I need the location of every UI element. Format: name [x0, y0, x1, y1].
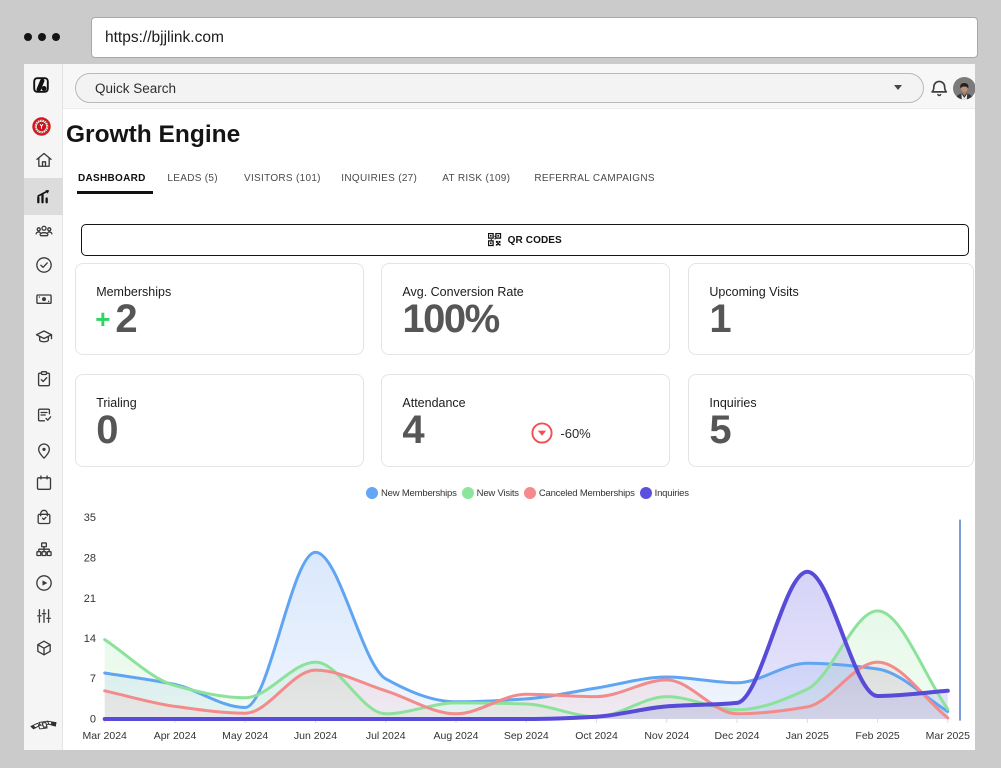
svg-text:35: 35: [84, 512, 96, 524]
svg-text:Jul 2024: Jul 2024: [366, 730, 406, 742]
svg-text:0: 0: [90, 714, 96, 726]
svg-text:Apr 2024: Apr 2024: [154, 730, 197, 742]
svg-text:28: 28: [84, 553, 96, 565]
svg-text:7: 7: [90, 673, 96, 685]
svg-text:Feb 2025: Feb 2025: [855, 730, 900, 742]
svg-text:Dec 2024: Dec 2024: [715, 730, 760, 742]
svg-text:Mar 2024: Mar 2024: [83, 730, 128, 742]
svg-text:Oct 2024: Oct 2024: [575, 730, 618, 742]
svg-text:14: 14: [84, 633, 96, 645]
svg-text:21: 21: [84, 593, 96, 605]
svg-text:Mar 2025: Mar 2025: [926, 730, 971, 742]
svg-text:Aug 2024: Aug 2024: [434, 730, 479, 742]
svg-text:Jan 2025: Jan 2025: [786, 730, 829, 742]
svg-text:Sep 2024: Sep 2024: [504, 730, 549, 742]
svg-text:Jun 2024: Jun 2024: [294, 730, 337, 742]
svg-text:Nov 2024: Nov 2024: [644, 730, 689, 742]
svg-text:May 2024: May 2024: [222, 730, 268, 742]
